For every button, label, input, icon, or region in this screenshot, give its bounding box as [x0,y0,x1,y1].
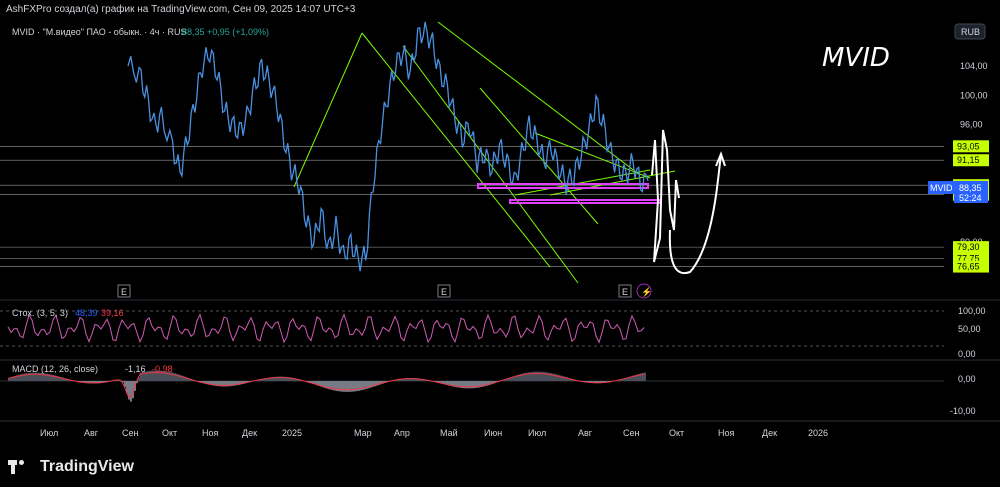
macd-histogram-bar [346,381,348,392]
macd-histogram-bar [350,381,352,392]
x-tick-label: Ноя [202,428,219,438]
brand-name: TradingView [40,458,134,475]
svg-text:E: E [441,287,447,297]
macd-histogram-bar [362,381,364,390]
svg-text:E: E [622,287,628,297]
y-tick-label: 100,00 [960,90,988,100]
y-tick-label: 96,00 [960,120,983,130]
svg-text:0,00: 0,00 [958,374,976,384]
tradingview-logo[interactable]: TradingView [8,456,134,478]
level-label: 76,65 [957,262,980,272]
macd-histogram-bar [344,381,346,392]
svg-text:E: E [121,287,127,297]
x-tick-label: Апр [394,428,410,438]
x-tick-label: Дек [242,428,257,438]
macd-histogram-bar [544,372,546,381]
x-tick-label: Дек [762,428,777,438]
macd-histogram-bar [360,381,362,391]
x-tick-label: Июл [528,428,546,438]
last-price-label: 88,35 [959,183,982,193]
macd-histogram-bar [348,381,350,392]
level-label: 91,15 [957,155,980,165]
x-tick-label: Авг [578,428,593,438]
macd-histogram-bar [354,381,356,392]
macd-value: -1,16 [125,364,146,374]
countdown-label: 52:24 [959,193,982,203]
svg-text:100,00: 100,00 [958,306,986,316]
stoch-k: 48,39 [75,308,98,318]
x-tick-label: Мар [354,428,372,438]
level-label: 79,30 [957,242,980,252]
svg-text:50,00: 50,00 [958,324,981,334]
macd-histogram-bar [356,381,358,392]
symbol-legend: MVID · "М.видео" ПАО - обыкн. · 4ч · RUS [12,27,186,37]
macd-histogram-bar [358,381,360,391]
x-tick-label: Ноя [718,428,735,438]
tradingview-icon [8,460,34,474]
symbol-watermark: MVID [822,43,890,73]
x-tick-label: 2025 [282,428,302,438]
x-tick-label: Окт [669,428,684,438]
x-tick-label: Окт [162,428,177,438]
svg-text:0,00: 0,00 [958,349,976,359]
level-label: 93,05 [957,141,980,151]
macd-histogram-bar [130,381,132,402]
macd-histogram-bar [644,372,646,381]
chart-canvas[interactable]: MVID MVID · "М.видео" ПАО - обыкн. · 4ч … [0,0,1000,446]
x-tick-label: Май [440,428,458,438]
x-tick-label: Июл [40,428,58,438]
x-tick-label: 2026 [808,428,828,438]
lightning-glyph: ⚡ [641,286,652,298]
x-tick-label: Сен [122,428,139,438]
currency-label: RUB [961,27,980,37]
y-tick-label: 104,00 [960,61,988,71]
x-tick-label: Авг [84,428,99,438]
footer-bar: TradingView [0,446,1000,487]
stoch-label: Стох. (3, 5, 3) [12,308,68,318]
x-tick-label: Сен [623,428,640,438]
symbol-price: 88,35 [182,27,205,37]
ticker-tag: MVID [930,183,953,193]
symbol-change: +0,95 (+1,09%) [207,27,269,37]
svg-text:-10,00: -10,00 [950,406,976,416]
macd-signal: -0,98 [152,364,173,374]
stoch-d: 39,16 [101,308,124,318]
macd-label: MACD (12, 26, close) [12,364,98,374]
x-tick-label: Июн [484,428,502,438]
macd-histogram-bar [352,381,354,392]
